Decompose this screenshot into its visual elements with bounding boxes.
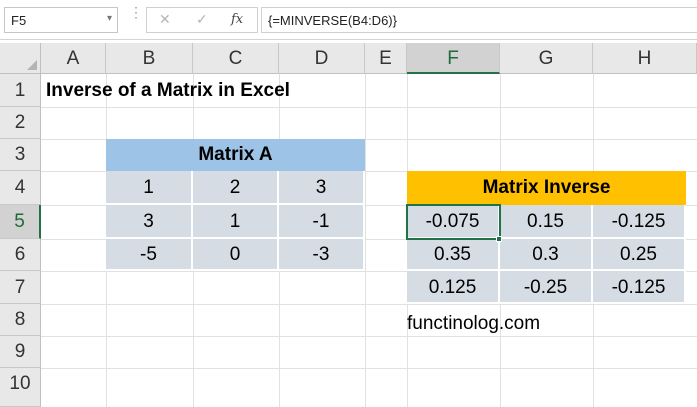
sheet-title[interactable]: Inverse of a Matrix in Excel <box>46 80 290 102</box>
column-header-g[interactable]: G <box>500 43 593 74</box>
column-header-a[interactable]: A <box>41 43 106 74</box>
enter-icon[interactable]: ✓ <box>196 11 208 28</box>
matrix-inverse-header[interactable]: Matrix Inverse <box>407 171 686 205</box>
matrix-inverse-cell[interactable]: -0.125 <box>593 205 686 239</box>
matrix-inverse-cell[interactable]: 0.3 <box>500 239 593 271</box>
cancel-icon[interactable]: ✕ <box>159 11 171 28</box>
column-header-c[interactable]: C <box>193 43 279 74</box>
matrix-inverse-cell[interactable]: 0.125 <box>407 271 500 304</box>
formula-text: {=MINVERSE(B4:D6)} <box>268 13 397 28</box>
more-options-icon[interactable]: ⋮ <box>129 5 143 19</box>
matrix-a-cell[interactable]: -3 <box>279 239 365 271</box>
row-header-2[interactable]: 2 <box>0 107 41 139</box>
matrix-inverse-cell[interactable]: -0.25 <box>500 271 593 304</box>
matrix-a-cell[interactable]: 2 <box>193 171 279 205</box>
name-box[interactable]: F5 ▾ <box>4 7 118 33</box>
matrix-a-header[interactable]: Matrix A <box>106 139 365 171</box>
fill-handle[interactable] <box>496 236 502 242</box>
matrix-a-cell[interactable]: 1 <box>193 205 279 239</box>
formula-input[interactable]: {=MINVERSE(B4:D6)} <box>261 7 697 33</box>
row-header-1[interactable]: 1 <box>0 74 41 107</box>
column-header-b[interactable]: B <box>106 43 193 74</box>
matrix-a-cell[interactable]: -5 <box>106 239 193 271</box>
name-box-value: F5 <box>11 13 27 28</box>
row-header-3[interactable]: 3 <box>0 139 41 171</box>
matrix-a-cell[interactable]: 3 <box>106 205 193 239</box>
matrix-a-cell[interactable]: 1 <box>106 171 193 205</box>
select-all-button[interactable] <box>0 43 41 74</box>
matrix-inverse-cell[interactable]: 0.15 <box>500 205 593 239</box>
row-header-8[interactable]: 8 <box>0 304 41 336</box>
row-header-9[interactable]: 9 <box>0 336 41 368</box>
row-header-10[interactable]: 10 <box>0 368 41 407</box>
worksheet-grid: A B C D E F G H 1 2 3 4 5 6 7 8 9 10 Inv… <box>0 43 697 407</box>
matrix-a-cell[interactable]: 3 <box>279 171 365 205</box>
row-header-6[interactable]: 6 <box>0 239 41 271</box>
column-header-h[interactable]: H <box>593 43 697 74</box>
matrix-a-cell[interactable]: 0 <box>193 239 279 271</box>
row-header-7[interactable]: 7 <box>0 271 41 304</box>
column-header-e[interactable]: E <box>365 43 407 74</box>
matrix-inverse-cell[interactable]: -0.125 <box>593 271 686 304</box>
insert-function-icon[interactable]: fx <box>231 12 243 27</box>
column-header-d[interactable]: D <box>279 43 365 74</box>
matrix-inverse-cell[interactable]: 0.25 <box>593 239 686 271</box>
matrix-a-cell[interactable]: -1 <box>279 205 365 239</box>
row-header-5[interactable]: 5 <box>0 205 41 239</box>
formula-buttons: ✕ ✓ fx <box>146 7 258 33</box>
formula-bar: F5 ▾ ⋮ ✕ ✓ fx {=MINVERSE(B4:D6)} <box>0 0 697 40</box>
active-cell-border <box>406 204 501 240</box>
matrix-inverse-cell[interactable]: 0.35 <box>407 239 500 271</box>
column-header-f[interactable]: F <box>407 43 500 74</box>
row-header-4[interactable]: 4 <box>0 171 41 205</box>
chevron-down-icon[interactable]: ▾ <box>107 13 112 24</box>
website-text[interactable]: functinolog.com <box>407 313 540 335</box>
